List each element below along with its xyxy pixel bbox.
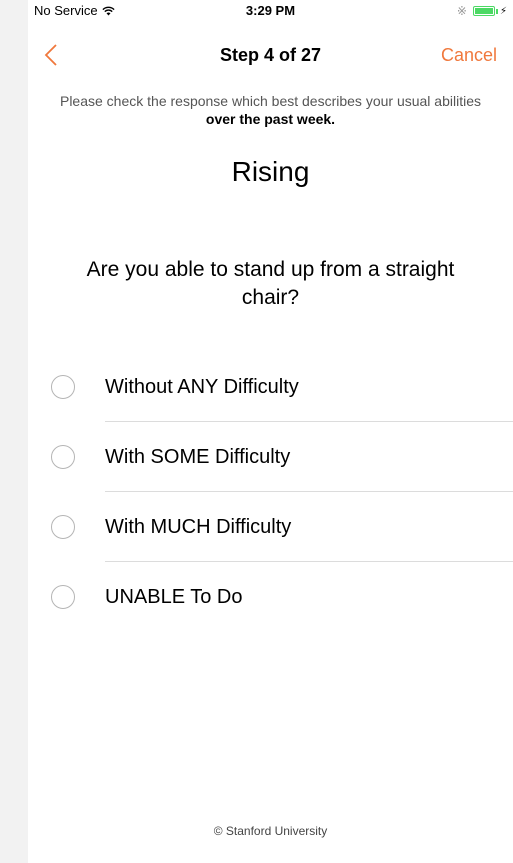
option-label: Without ANY Difficulty bbox=[105, 376, 299, 398]
option-label: With MUCH Difficulty bbox=[105, 516, 292, 538]
footer-copyright: © Stanford University bbox=[213, 824, 328, 838]
status-bar: No Service 3:29 PM ※ ⚡ bbox=[28, 0, 513, 20]
radio-unselected-icon[interactable] bbox=[51, 515, 75, 539]
section-title: Rising bbox=[231, 156, 310, 187]
option-with-some-difficulty[interactable]: With SOME Difficulty bbox=[28, 422, 513, 492]
instructions-text: Please check the response which best des… bbox=[58, 92, 483, 128]
answer-options: Without ANY Difficulty With SOME Difficu… bbox=[28, 352, 513, 632]
option-without-any-difficulty[interactable]: Without ANY Difficulty bbox=[28, 352, 513, 422]
status-right: ※ ⚡ bbox=[457, 4, 507, 18]
charging-icon: ⚡ bbox=[499, 5, 507, 17]
bluetooth-icon: ※ bbox=[456, 4, 467, 18]
navigation-bar: Step 4 of 27 Cancel bbox=[28, 38, 513, 72]
radio-unselected-icon[interactable] bbox=[51, 445, 75, 469]
instructions-emphasis: over the past week. bbox=[205, 111, 336, 127]
phone-screen: No Service 3:29 PM ※ ⚡ Step 4 of 27 Canc… bbox=[28, 0, 513, 863]
option-label: UNABLE To Do bbox=[105, 586, 243, 608]
cancel-button[interactable]: Cancel bbox=[441, 45, 497, 66]
instructions-body: Please check the response which best des… bbox=[59, 93, 481, 109]
option-label: With SOME Difficulty bbox=[105, 446, 291, 468]
battery-tip bbox=[495, 8, 498, 14]
question-text: Are you able to stand up from a straight… bbox=[86, 258, 455, 309]
radio-unselected-icon[interactable] bbox=[51, 375, 75, 399]
option-with-much-difficulty[interactable]: With MUCH Difficulty bbox=[28, 492, 513, 562]
status-time: 3:29 PM bbox=[245, 3, 296, 18]
battery-icon bbox=[472, 6, 495, 16]
option-unable-to-do[interactable]: UNABLE To Do bbox=[28, 562, 513, 632]
radio-unselected-icon[interactable] bbox=[51, 585, 75, 609]
